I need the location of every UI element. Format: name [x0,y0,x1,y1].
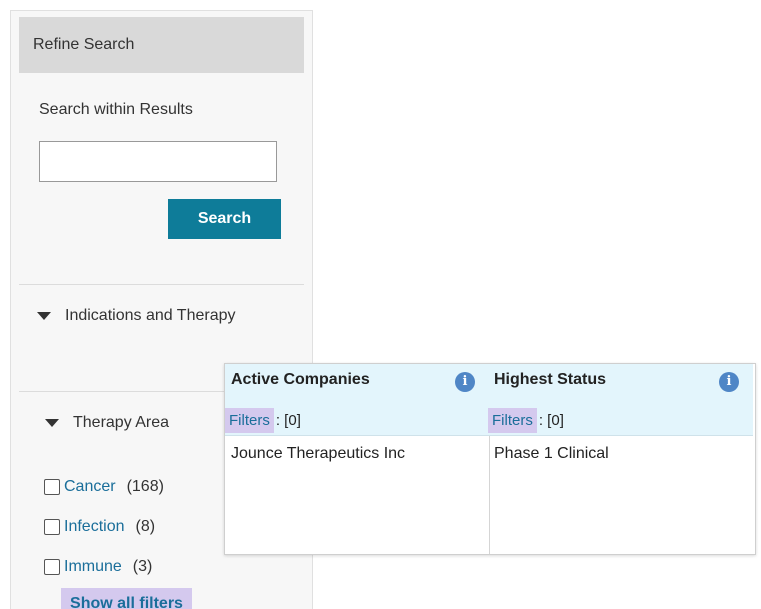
cell-value: Jounce Therapeutics Inc [231,445,406,462]
filter-item-infection: Infection (8) [44,518,155,536]
filters-link[interactable]: Filters [225,408,274,433]
column-title: Highest Status [494,371,607,388]
filter-link-infection[interactable]: Infection [64,518,124,536]
filter-link-immune[interactable]: Immune [64,558,122,576]
column-active-companies: Active Companies i Filters : [0] Jounce … [225,364,490,554]
filter-link-cancer[interactable]: Cancer [64,478,116,496]
refine-search-header: Refine Search [19,17,304,73]
search-within-input[interactable] [39,141,277,182]
indications-therapy-label: Indications and Therapy [65,307,236,324]
filters-row: Filters : [0] [225,408,301,433]
filter-count-infection: (8) [135,518,156,535]
filters-row: Filters : [0] [488,408,564,433]
refine-search-title: Refine Search [33,36,135,53]
info-icon[interactable]: i [455,372,475,392]
filter-item-cancer: Cancer (168) [44,478,164,496]
filters-link[interactable]: Filters [488,408,537,433]
filters-count: : [0] [275,412,301,429]
therapy-area-label: Therapy Area [73,414,170,431]
triangle-down-icon [37,312,51,320]
column-highest-status: Highest Status i Filters : [0] Phase 1 C… [488,364,753,554]
search-button[interactable]: Search [168,199,281,239]
therapy-area-toggle[interactable]: Therapy Area [45,414,169,432]
results-popup: Active Companies i Filters : [0] Jounce … [224,363,756,555]
checkbox-cancer[interactable] [44,479,60,495]
filters-count: : [0] [538,412,564,429]
triangle-down-icon [45,419,59,427]
column-header: Active Companies i Filters : [0] [225,364,489,436]
cell-value: Phase 1 Clinical [494,445,609,462]
info-icon[interactable]: i [719,372,739,392]
divider [19,284,304,285]
checkbox-immune[interactable] [44,559,60,575]
show-all-filters-link[interactable]: Show all filters [61,588,192,609]
filter-count-cancer: (168) [126,478,164,495]
column-header: Highest Status i Filters : [0] [488,364,753,436]
filter-item-immune: Immune (3) [44,558,152,576]
filter-count-immune: (3) [132,558,153,575]
column-title: Active Companies [231,371,370,388]
search-within-label: Search within Results [39,101,193,118]
checkbox-infection[interactable] [44,519,60,535]
indications-therapy-toggle[interactable]: Indications and Therapy [37,307,235,325]
